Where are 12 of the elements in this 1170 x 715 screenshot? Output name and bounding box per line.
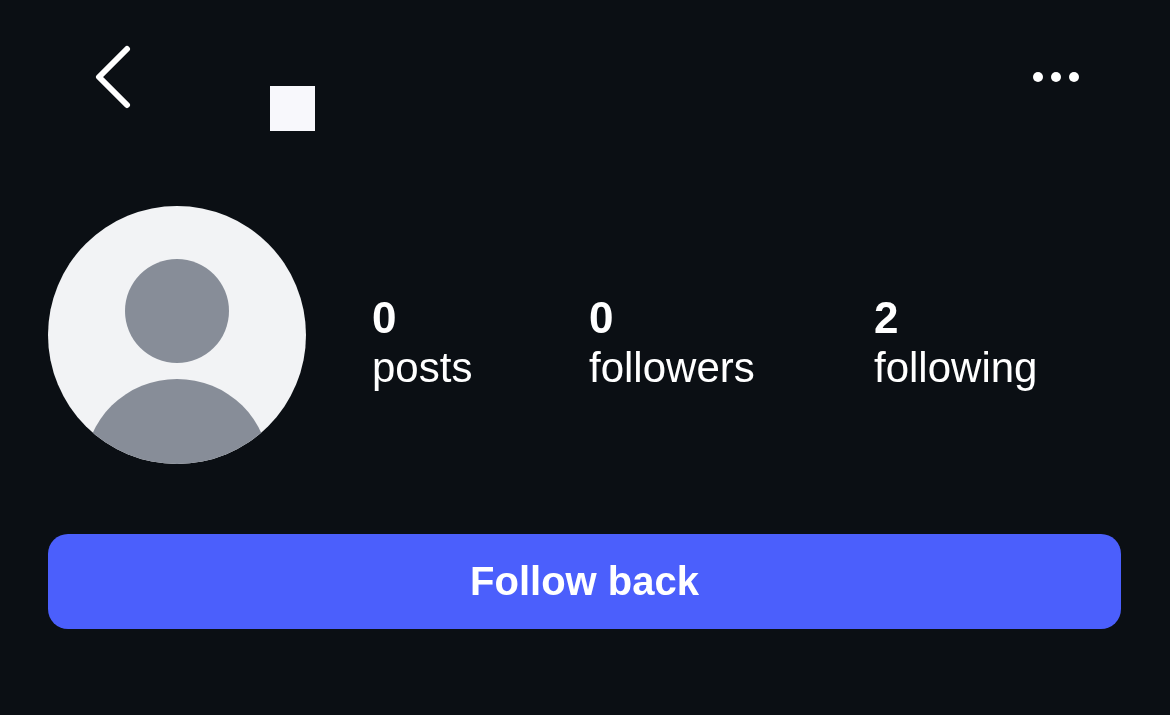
stat-count: 0 — [589, 293, 614, 343]
back-chevron-icon — [95, 45, 131, 109]
back-button[interactable] — [95, 45, 131, 109]
follow-back-button[interactable]: Follow back — [48, 534, 1121, 629]
stat-count: 0 — [372, 293, 397, 343]
more-options-icon — [1033, 72, 1079, 82]
more-options-button[interactable] — [1033, 72, 1079, 82]
redaction-block — [270, 86, 315, 131]
stat-count: 2 — [874, 293, 899, 343]
stat-label: posts — [372, 343, 473, 393]
stat-label: followers — [589, 343, 755, 393]
stat-label: following — [874, 343, 1038, 393]
